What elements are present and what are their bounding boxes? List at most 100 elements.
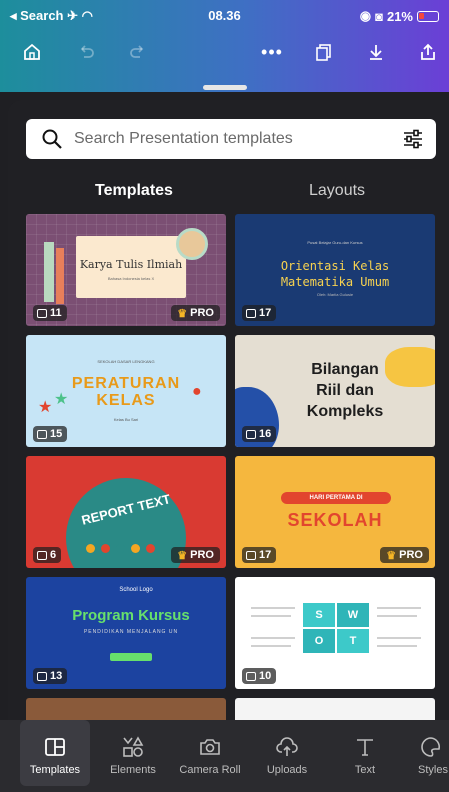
pages-icon [246, 429, 256, 439]
styles-icon [421, 737, 441, 757]
app-header: ◂ Search ✈ ◠ 08.36 ◉ ◙ 21% ••• [0, 0, 449, 92]
decor-button [110, 653, 152, 661]
share-icon [421, 43, 435, 60]
undo-button[interactable] [72, 38, 100, 66]
status-bar: ◂ Search ✈ ◠ 08.36 ◉ ◙ 21% [0, 8, 449, 26]
card-kicker: Pusat Belajar Guru-dan Kursus [307, 240, 363, 245]
avatar-photo [176, 228, 208, 260]
search-placeholder: Search Presentation templates [74, 130, 293, 147]
template-card-report-text[interactable]: REPORT TEXT 6 ♛ PRO [26, 456, 226, 568]
page-count-badge: 11 [33, 305, 67, 321]
template-card-partial[interactable] [26, 698, 226, 720]
pro-badge: ♛ PRO [171, 547, 220, 563]
tab-templates[interactable]: Templates [95, 182, 173, 200]
battery-icon [417, 10, 439, 22]
download-icon [370, 45, 382, 60]
share-button[interactable] [414, 38, 442, 66]
nav-styles[interactable]: Styles [408, 720, 449, 786]
template-card-partial[interactable] [235, 698, 435, 720]
nav-elements[interactable]: Elements [98, 720, 168, 786]
card-subtitle: Bahasa Indonesia kelas X [107, 276, 155, 281]
swot-o: O [303, 629, 335, 653]
search-icon [42, 129, 62, 149]
lock-rotation-icon: ◉ [359, 8, 372, 23]
template-card-peraturan-kelas[interactable]: SEKOLAH DASAR LENGKANG PERATURAN KELAS Ke… [26, 335, 226, 447]
template-card-swot[interactable]: S W O T 10 [235, 577, 435, 689]
bottom-nav: Templates Elements Camera Roll Uploads T… [0, 720, 449, 792]
search-input[interactable]: Search Presentation templates [26, 119, 436, 159]
camera-icon [200, 739, 220, 755]
crown-icon: ♛ [386, 549, 397, 562]
nav-templates[interactable]: Templates [20, 720, 90, 786]
more-dots-icon: ••• [261, 41, 283, 62]
star-icon: ★ [54, 391, 69, 408]
elements-icon [123, 736, 144, 757]
pages-icon [316, 44, 331, 61]
page-count-badge: 17 [242, 305, 277, 321]
apple-icon: ● [192, 383, 202, 400]
redo-icon [130, 45, 144, 58]
card-logo-text: School Logo [119, 587, 153, 593]
page-count-badge: 17 [242, 547, 277, 563]
pages-icon [246, 308, 256, 318]
page-count-badge: 13 [33, 668, 68, 684]
card-title: Orientasi Kelas Matematika Umum [280, 259, 390, 289]
card-title: Program Kursus [72, 607, 190, 624]
card-paper: Karya Tulis Ilmiah Bahasa Indonesia kela… [76, 236, 186, 298]
template-card-bilangan-riil[interactable]: Bilangan Riil dan Kompleks 16 [235, 335, 435, 447]
page-count-badge: 16 [242, 426, 277, 442]
home-button[interactable] [18, 38, 46, 66]
template-card-hari-pertama[interactable]: HARI PERTAMA DI SEKOLAH 17 ♛ PRO [235, 456, 435, 568]
pages-icon [37, 671, 47, 681]
nav-uploads[interactable]: Uploads [252, 720, 322, 786]
card-title: Bilangan Riil dan Kompleks [306, 361, 384, 420]
pages-icon [246, 550, 256, 560]
alarm-icon: ◙ [375, 8, 383, 24]
template-card-program-kursus[interactable]: School Logo Program Kursus PENDIDIKAN ME… [26, 577, 226, 689]
status-right: ◉ ◙ 21% [360, 8, 439, 24]
nav-text[interactable]: Text [330, 720, 400, 786]
drag-handle[interactable] [203, 85, 247, 90]
pro-badge: ♛ PRO [171, 305, 220, 321]
template-card-orientasi-kelas[interactable]: Pusat Belajar Guru-dan Kursus Orientasi … [235, 214, 435, 326]
decor-dots [86, 544, 155, 553]
card-subtitle: Oleh: Mariia Gulusie [316, 292, 354, 297]
decor-stripe [44, 242, 54, 302]
swot-t: T [337, 629, 369, 653]
pro-badge: ♛ PRO [380, 547, 429, 563]
card-kicker: SEKOLAH DASAR LENGKANG [97, 359, 155, 364]
swot-s: S [303, 603, 335, 627]
tab-layouts[interactable]: Layouts [309, 182, 365, 200]
upload-cloud-icon [276, 737, 298, 756]
undo-icon [80, 45, 94, 58]
download-button[interactable] [362, 38, 390, 66]
tab-bar: Templates Layouts [8, 174, 449, 214]
page-count-badge: 15 [33, 426, 68, 442]
templates-icon [45, 738, 65, 756]
nav-camera-roll[interactable]: Camera Roll [175, 720, 245, 786]
template-card-karya-tulis[interactable]: Karya Tulis Ilmiah Bahasa Indonesia kela… [26, 214, 226, 326]
templates-sheet: Search Presentation templates Templates … [8, 100, 449, 720]
pages-icon [246, 671, 256, 681]
decor-stripe [56, 248, 64, 304]
page-count-badge: 6 [33, 547, 62, 563]
swot-w: W [337, 603, 369, 627]
filter-sliders-icon[interactable] [402, 128, 424, 150]
crown-icon: ♛ [177, 307, 188, 320]
pages-icon [37, 308, 47, 318]
more-button[interactable]: ••• [258, 38, 286, 66]
editor-toolbar: ••• [0, 38, 449, 68]
pages-icon [37, 429, 47, 439]
pages-icon [37, 550, 47, 560]
crown-icon: ♛ [177, 549, 188, 562]
star-icon: ★ [38, 399, 53, 416]
card-title: SEKOLAH [287, 510, 383, 530]
redo-button[interactable] [124, 38, 152, 66]
card-kicker: HARI PERTAMA DI [281, 492, 391, 504]
pages-button[interactable] [310, 38, 338, 66]
card-subtitle: PENDIDIKAN MENJALANG UN [83, 629, 179, 635]
battery-percent: 21% [386, 8, 413, 24]
card-subtitle: Kelas Bu Sari [113, 417, 139, 422]
text-icon [357, 739, 373, 756]
card-title: Karya Tulis Ilmiah [79, 258, 183, 271]
